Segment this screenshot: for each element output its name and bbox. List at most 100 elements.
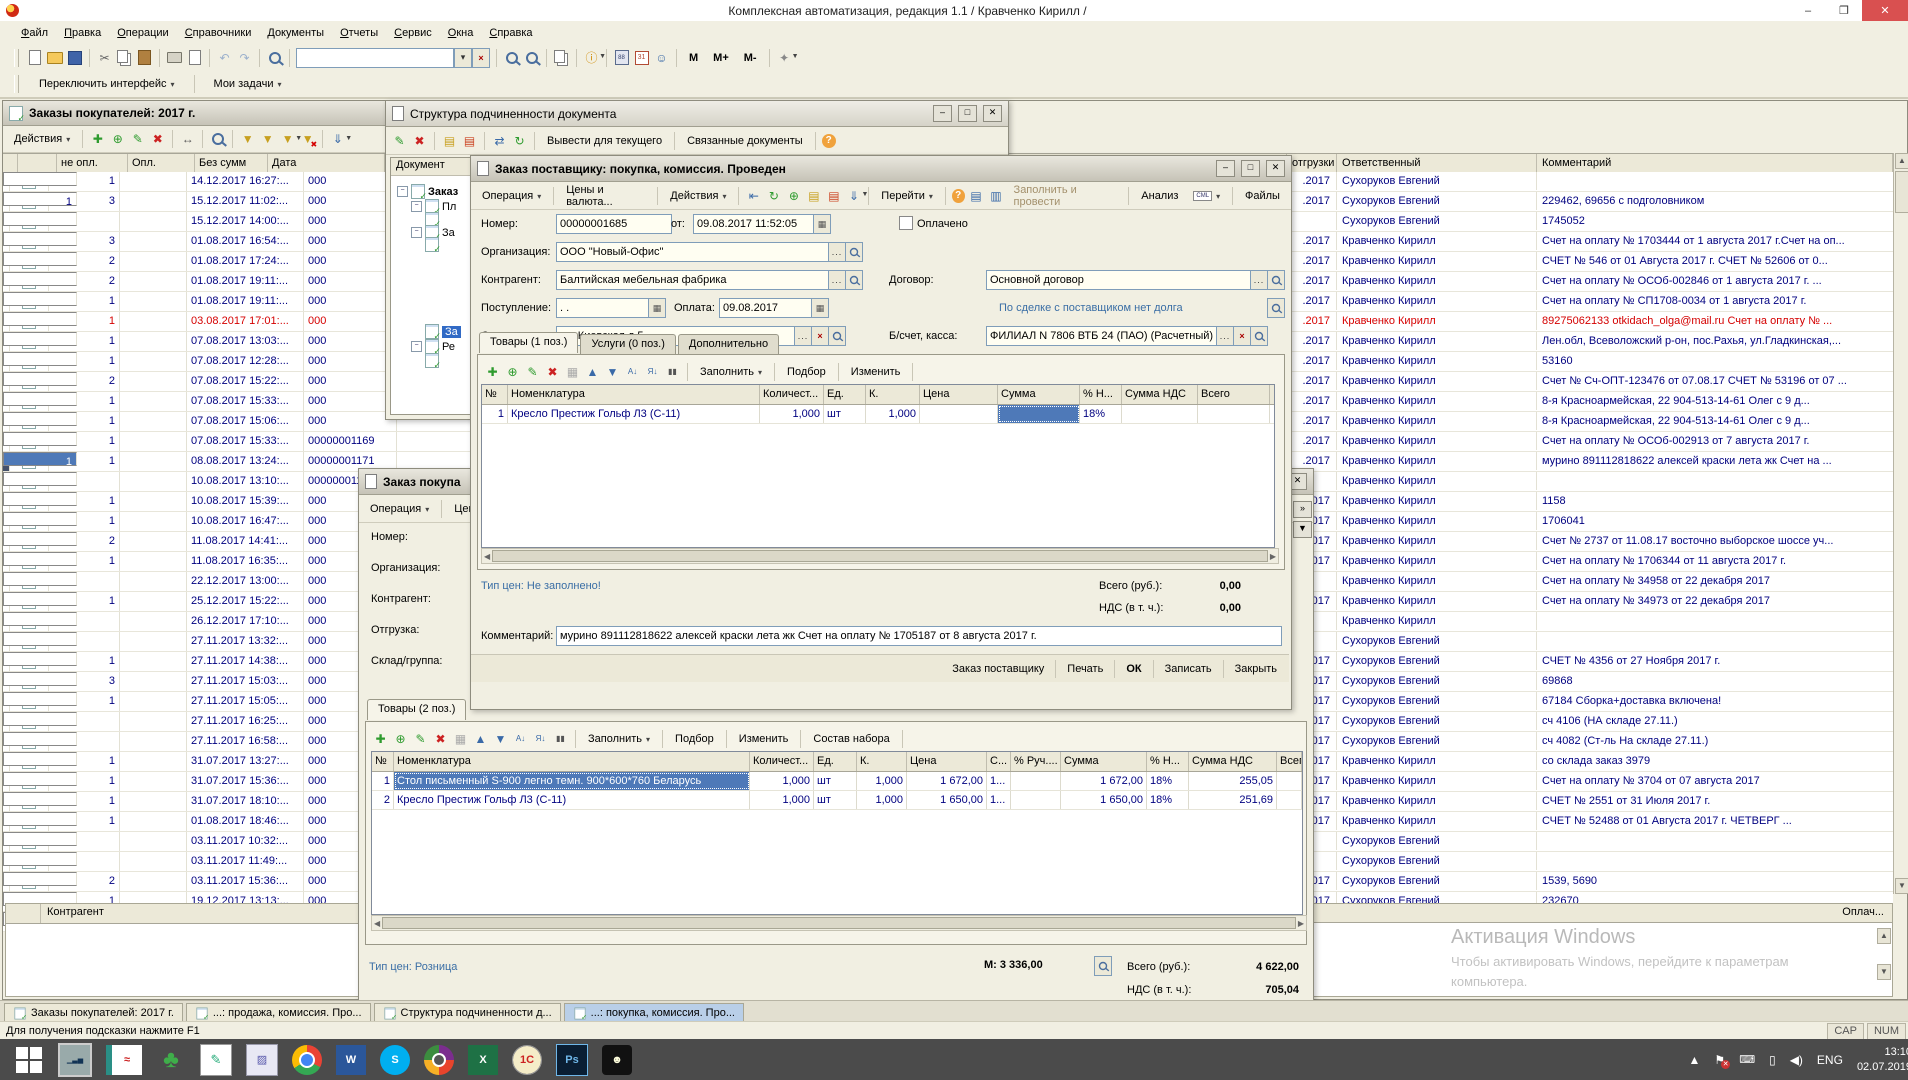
- tab-0[interactable]: Товары (1 поз.): [479, 332, 578, 353]
- scroll-thumb[interactable]: [492, 550, 1268, 562]
- menu-item-0[interactable]: Файл: [14, 24, 55, 42]
- column-header-5[interactable]: Дата: [268, 154, 385, 173]
- column-header-9[interactable]: % Н...: [1147, 752, 1189, 771]
- contragent-column-header[interactable]: Контрагент: [41, 904, 110, 923]
- scroll-right-icon[interactable]: ▶: [1270, 552, 1276, 561]
- open-button[interactable]: [828, 326, 846, 346]
- my-tasks-button[interactable]: Мои задачи: [208, 76, 288, 92]
- edit-row-icon[interactable]: ✎: [524, 363, 541, 380]
- number-field[interactable]: 00000001685: [556, 214, 672, 234]
- footer-button-2[interactable]: ОК: [1120, 661, 1147, 677]
- table-button-1[interactable]: Подбор: [781, 364, 832, 380]
- tree-item-5[interactable]: За: [425, 324, 461, 339]
- barcode-icon[interactable]: ▮▮: [552, 730, 569, 747]
- menu-item-8[interactable]: Справка: [482, 24, 539, 42]
- open-button[interactable]: [845, 242, 863, 262]
- tab-goods[interactable]: Товары (2 поз.): [367, 699, 466, 720]
- sort-desc-icon[interactable]: Я↓: [644, 363, 661, 380]
- print-icon[interactable]: [166, 49, 183, 66]
- organization-field[interactable]: ООО "Новый-Офис": [556, 242, 834, 262]
- copy-window-icon[interactable]: [553, 49, 570, 66]
- memory-button-m+[interactable]: M+: [707, 50, 735, 66]
- post-document-icon[interactable]: ▤: [441, 132, 458, 149]
- action-center-flag-icon[interactable]: ⚑✕: [1714, 1053, 1725, 1067]
- customer-hscrollbar[interactable]: ◀▶: [371, 915, 1307, 931]
- form-settings-icon[interactable]: ▥: [988, 187, 1005, 204]
- save-icon[interactable]: [66, 49, 83, 66]
- clear-filter-icon[interactable]: ▼✖: [299, 131, 316, 148]
- minimize-button[interactable]: –: [1790, 0, 1826, 21]
- close-icon[interactable]: ✕: [1266, 160, 1285, 177]
- column-header-right-1[interactable]: Ответственный: [1336, 154, 1536, 173]
- notes-icon[interactable]: ✎: [200, 1044, 232, 1076]
- calendar-icon[interactable]: 31: [633, 49, 650, 66]
- language-indicator[interactable]: ENG: [1817, 1053, 1843, 1067]
- move-down-icon[interactable]: ▼: [604, 363, 621, 380]
- date-field[interactable]: 09.08.2017 11:52:05: [693, 214, 819, 234]
- memory-button-m-[interactable]: M-: [738, 50, 763, 66]
- select-button[interactable]: [828, 242, 846, 262]
- delete-icon[interactable]: ✖: [149, 131, 166, 148]
- table-row[interactable]: 2Кресло Престиж Гольф Л3 (С-11)1,000шт1,…: [372, 791, 1302, 810]
- edit-row-icon[interactable]: ✎: [412, 730, 429, 747]
- expand-icon[interactable]: −: [411, 201, 422, 212]
- scroll-right-icon[interactable]: ▶: [1298, 919, 1304, 928]
- select-button[interactable]: [1250, 270, 1268, 290]
- structure-button-1[interactable]: Связанные документы: [681, 133, 809, 149]
- move-down-icon[interactable]: ▼: [492, 730, 509, 747]
- excel-icon[interactable]: X: [468, 1045, 498, 1075]
- contragent-field[interactable]: Балтийская мебельная фабрика: [556, 270, 834, 290]
- column-header-0[interactable]: №: [372, 752, 394, 771]
- clover-icon[interactable]: ♣: [156, 1045, 186, 1075]
- memory-button-m[interactable]: M: [683, 50, 704, 66]
- copy-row-icon[interactable]: ⊕: [392, 730, 409, 747]
- structure-button-0[interactable]: Вывести для текущего: [541, 133, 668, 149]
- menu-item-3[interactable]: Справочники: [178, 24, 259, 42]
- column-header-7[interactable]: % Н...: [1080, 385, 1122, 404]
- expand-icon[interactable]: −: [397, 186, 408, 197]
- footer-button-3[interactable]: Записать: [1159, 661, 1218, 677]
- select-button[interactable]: [828, 270, 846, 290]
- column-header-3[interactable]: Опл.: [128, 154, 195, 173]
- calendar-button[interactable]: [813, 214, 831, 234]
- scroll-down-icon[interactable]: ▼: [1895, 878, 1908, 894]
- analysis-button[interactable]: Анализ: [1135, 188, 1184, 204]
- tools-icon[interactable]: ✦▼: [776, 49, 793, 66]
- copy-add-icon[interactable]: ⊕: [109, 131, 126, 148]
- copy-icon[interactable]: [116, 49, 133, 66]
- column-width-icon[interactable]: ↔: [179, 131, 196, 148]
- column-header-6[interactable]: С...: [987, 752, 1011, 771]
- delete-row-icon[interactable]: ✖: [432, 730, 449, 747]
- scroll-left-icon[interactable]: ◀: [484, 552, 490, 561]
- tab-2[interactable]: Дополнительно: [678, 334, 779, 355]
- go-to-document-icon[interactable]: ⇄: [491, 132, 508, 149]
- column-header-3[interactable]: Ед.: [824, 385, 866, 404]
- sort-desc-icon[interactable]: Я↓: [532, 730, 549, 747]
- column-header-7[interactable]: % Руч....: [1011, 752, 1061, 771]
- column-header-4[interactable]: Без сумм: [195, 154, 268, 173]
- print-dropdown-icon[interactable]: ⇓▼: [845, 187, 862, 204]
- collapse-panel-icon[interactable]: »: [1293, 501, 1312, 518]
- open-button[interactable]: [1250, 326, 1268, 346]
- fill-and-post-button[interactable]: Заполнить и провести: [1008, 182, 1123, 210]
- table-button-3[interactable]: Состав набора: [807, 731, 895, 747]
- system-monitor-icon[interactable]: ▁▃▅: [58, 1043, 92, 1077]
- menu-item-4[interactable]: Документы: [260, 24, 331, 42]
- column-header-0[interactable]: [3, 154, 18, 173]
- scroll-up-icon[interactable]: ▲: [1877, 928, 1891, 944]
- filter-icon[interactable]: ▼: [259, 131, 276, 148]
- tray-expand-icon[interactable]: ▲: [1689, 1053, 1701, 1067]
- supplier-hscrollbar[interactable]: ◀▶: [481, 548, 1279, 564]
- column-header-10[interactable]: Сумма НДС: [1189, 752, 1277, 771]
- redo-icon[interactable]: ↷: [236, 49, 253, 66]
- column-header-5[interactable]: Цена: [907, 752, 987, 771]
- column-header-8[interactable]: Сумма НДС: [1122, 385, 1198, 404]
- column-header-3[interactable]: Ед.: [814, 752, 857, 771]
- price-type-link[interactable]: Тип цен: Розница: [369, 961, 457, 973]
- menu-item-1[interactable]: Правка: [57, 24, 108, 42]
- scroll-down-icon[interactable]: ▼: [1877, 964, 1891, 980]
- open-button[interactable]: [845, 270, 863, 290]
- paid-checkbox[interactable]: [899, 216, 913, 230]
- scroll-thumb[interactable]: [382, 917, 1296, 929]
- help-icon[interactable]: ?: [952, 189, 965, 203]
